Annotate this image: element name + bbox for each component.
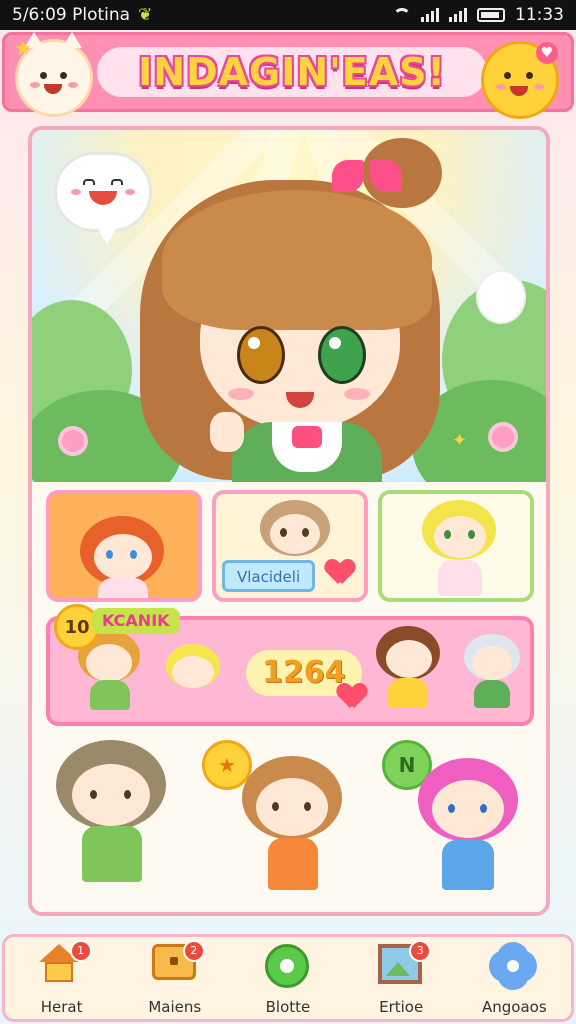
hero-scene: ✦ [32,130,546,482]
app-title: INDAGIN'EAS! [138,50,446,94]
heart-icon: ♥ [536,42,558,64]
card-title-ribbon: KCANIK [92,608,180,634]
character-roster: ★ N [46,740,534,910]
nav-badge: 3 [409,940,432,962]
nav-label: Blotte [265,998,311,1016]
nav-label: Angoaos [482,998,547,1016]
leaf-icon: ❦ [138,5,153,25]
status-bar: 5/6:09 Plotina ❦ 11:33 [0,0,576,30]
sparkle-icon: ✦ [452,430,468,451]
hair-bow-icon [332,160,402,200]
heart-icon [326,560,354,586]
character-card-3[interactable] [378,490,534,602]
app-header: ★ INDAGIN'EAS! ♥ [2,32,574,119]
status-time-text: 5/6:09 Plotina [12,5,131,25]
status-clock: 11:33 [515,5,564,25]
cat-companion-icon [476,270,526,324]
flower-icon [62,430,84,452]
battery-icon [477,8,505,22]
cat-mascot-icon[interactable]: ★ [14,32,93,117]
nav-badge: 2 [182,940,205,962]
flower-icon [492,426,514,448]
nav-item-angoaos[interactable]: Angoaos [462,938,566,1018]
signal-icon-2 [449,8,467,22]
green-orb-icon [264,944,309,988]
wifi-icon [393,8,411,22]
signal-icon [421,8,439,22]
nav-label: Herat [40,998,83,1016]
nav-item-ertioe[interactable]: 3 Ertioe [349,938,453,1018]
nav-badge: 1 [69,940,92,962]
smiley-mascot-icon[interactable]: ♥ [481,41,559,119]
nav-item-maiens[interactable]: 2 Maiens [123,938,227,1018]
heart-icon [338,684,366,710]
nav-item-herat[interactable]: 1 Herat [10,938,114,1018]
bottom-nav: 1 Herat 2 Maiens Blotte 3 Ertioe Angoaos [2,934,574,1022]
flower-icon [491,944,535,988]
character-card-1[interactable] [46,490,202,602]
character-card-2[interactable]: Vlacideli [212,490,368,602]
nav-label: Ertioe [379,998,424,1016]
name-banner: Vlacideli [222,560,316,592]
nav-item-blotte[interactable]: Blotte [236,938,340,1018]
happy-cloud-icon [54,152,152,245]
title-banner: INDAGIN'EAS! [97,47,487,97]
star-icon: ★ [14,36,32,60]
main-panel: ✦ 10 KCANIK Vlacideli 1264 ★ N [28,126,550,916]
nav-label: Maiens [148,998,202,1016]
